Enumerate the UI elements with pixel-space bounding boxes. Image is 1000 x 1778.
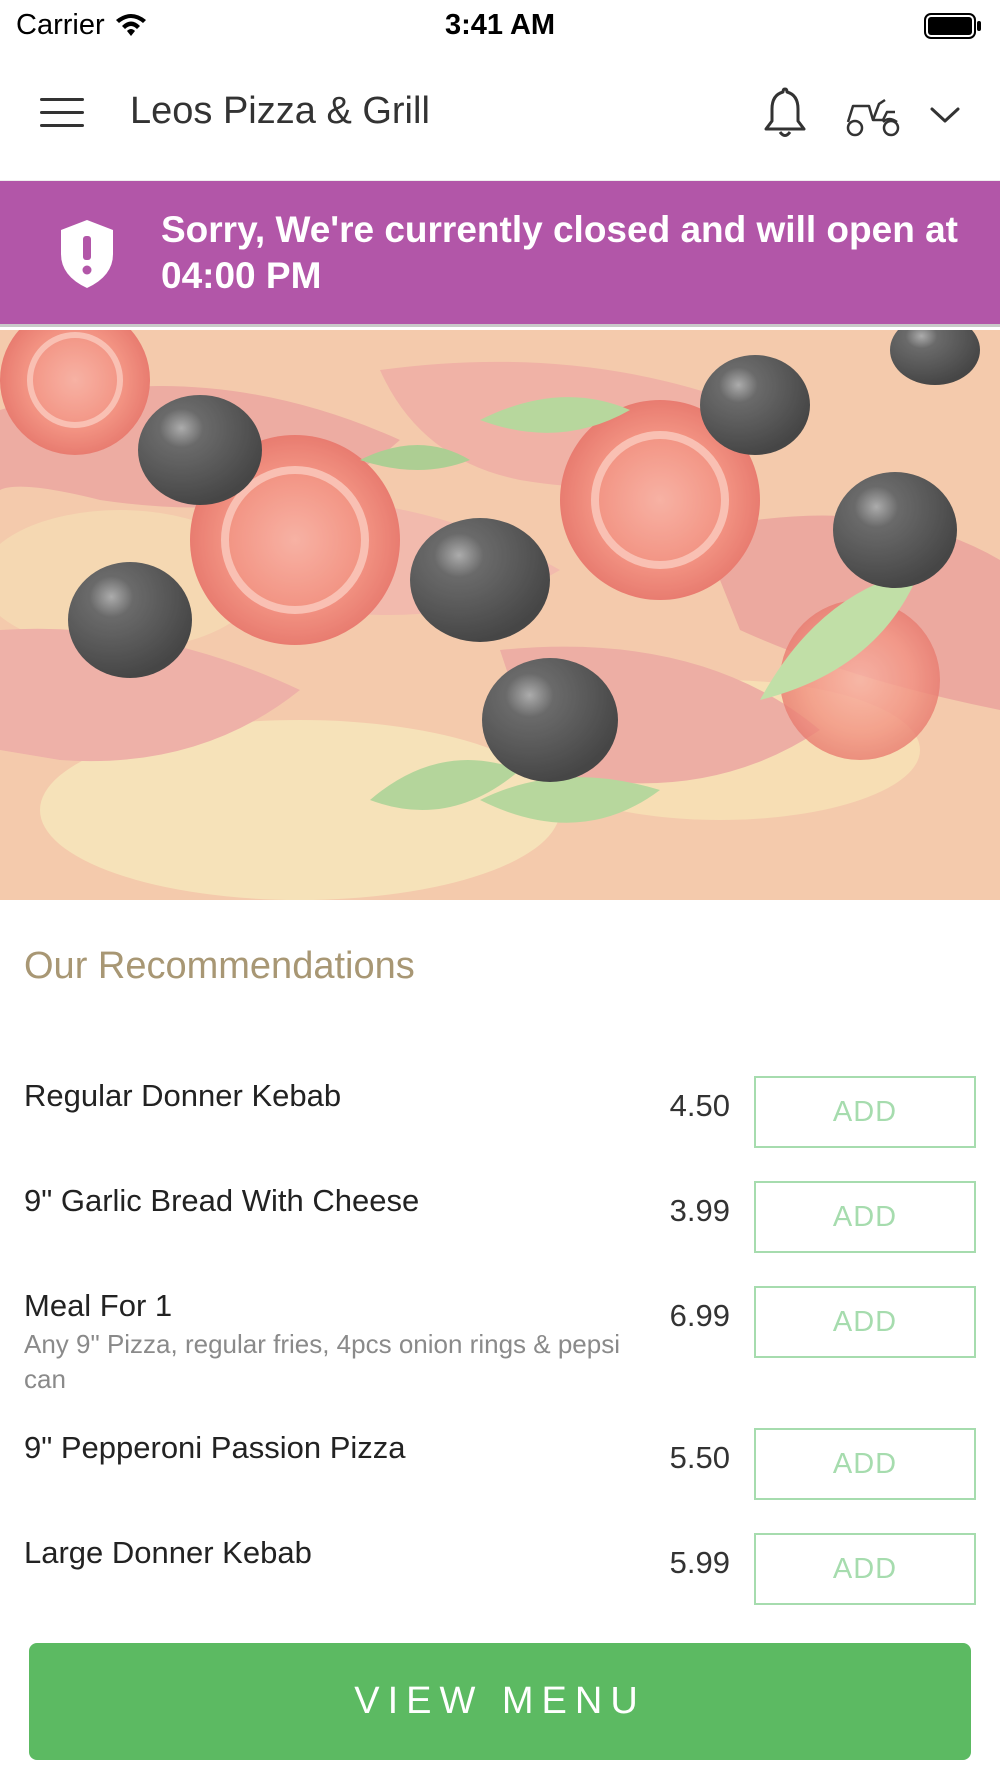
list-item: Regular Donner Kebab 4.50 ADD <box>0 1060 1000 1165</box>
closed-banner: Sorry, We're currently closed and will o… <box>0 181 1000 327</box>
recommendations-title: Our Recommendations <box>24 945 415 987</box>
battery-icon <box>924 13 981 39</box>
add-button[interactable]: ADD <box>754 1076 976 1148</box>
item-description: Any 9" Pizza, regular fries, 4pcs onion … <box>24 1329 620 1394</box>
add-button[interactable]: ADD <box>754 1533 976 1605</box>
status-bar: Carrier 3:41 AM <box>0 0 1000 50</box>
hamburger-menu-icon[interactable] <box>40 98 86 132</box>
restaurant-title: Leos Pizza & Grill <box>130 90 430 132</box>
item-price: 3.99 <box>669 1193 730 1228</box>
list-item: Meal For 1 Any 9" Pizza, regular fries, … <box>0 1270 1000 1412</box>
item-name: Meal For 1 <box>24 1288 173 1323</box>
app-header: Leos Pizza & Grill <box>0 50 1000 181</box>
item-price: 5.50 <box>669 1440 730 1475</box>
status-time: 3:41 AM <box>444 9 556 41</box>
chevron-down-icon[interactable] <box>928 102 962 128</box>
add-button[interactable]: ADD <box>754 1181 976 1253</box>
item-name: 9" Pepperoni Passion Pizza <box>24 1430 406 1465</box>
list-item: 9" Garlic Bread With Cheese 3.99 ADD <box>0 1165 1000 1270</box>
list-item: 9" Pepperoni Passion Pizza 5.50 ADD <box>0 1412 1000 1517</box>
item-name: 9" Garlic Bread With Cheese <box>24 1183 420 1218</box>
add-button[interactable]: ADD <box>754 1428 976 1500</box>
item-name: Regular Donner Kebab <box>24 1078 342 1113</box>
recommendations-list: Regular Donner Kebab 4.50 ADD 9" Garlic … <box>0 1060 1000 1622</box>
closed-message: Sorry, We're currently closed and will o… <box>161 209 958 296</box>
shield-alert-icon <box>61 220 113 288</box>
item-price: 6.99 <box>669 1298 730 1333</box>
bell-icon[interactable] <box>760 85 810 141</box>
item-price: 5.99 <box>669 1545 730 1580</box>
item-price: 4.50 <box>669 1088 730 1123</box>
delivery-scooter-icon[interactable] <box>843 92 903 138</box>
hero-pizza-image <box>0 330 1000 900</box>
add-button[interactable]: ADD <box>754 1286 976 1358</box>
list-item: Large Donner Kebab 5.99 ADD <box>0 1517 1000 1622</box>
view-menu-button[interactable]: VIEW MENU <box>29 1643 971 1760</box>
item-name: Large Donner Kebab <box>24 1535 312 1570</box>
